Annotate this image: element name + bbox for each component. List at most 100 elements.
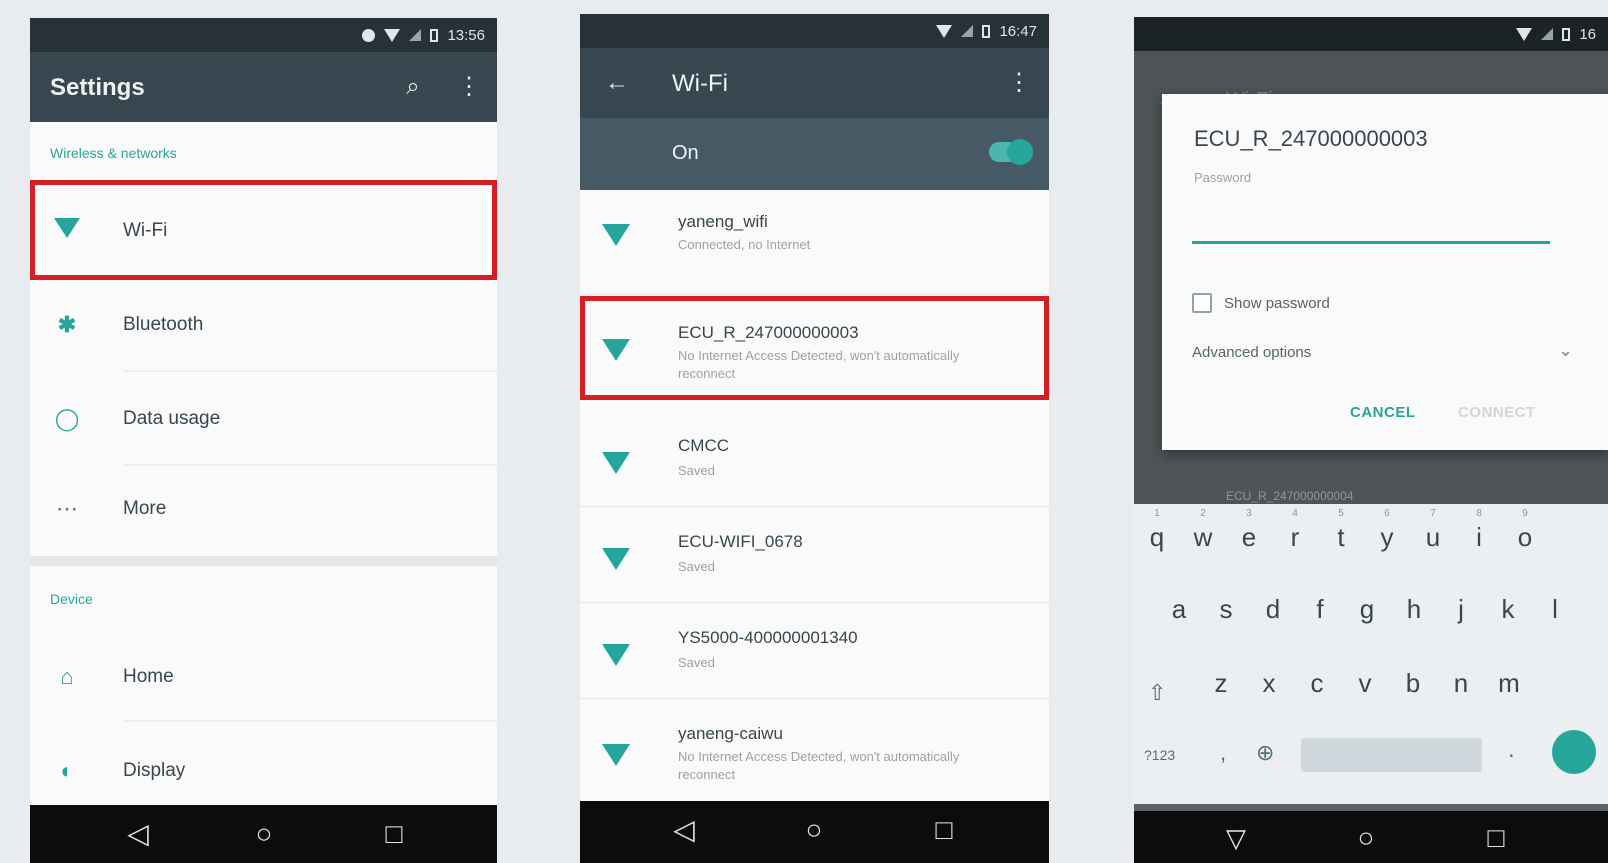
more-vert-icon[interactable]: ⋮ <box>1004 68 1034 98</box>
back-arrow-icon[interactable]: ← <box>602 68 632 98</box>
key[interactable]: u <box>1418 522 1448 553</box>
notification-icon <box>362 28 376 42</box>
shift-icon[interactable]: ⇧ <box>1148 680 1166 706</box>
key[interactable]: j <box>1446 594 1476 625</box>
settings-item-label: Home <box>123 666 174 687</box>
page-title: Wi-Fi <box>672 70 728 97</box>
network-row[interactable]: yaneng_wifi Connected, no Internet <box>580 190 1049 286</box>
key[interactable]: y <box>1372 522 1402 553</box>
status-bar: 16:47 <box>580 14 1049 48</box>
key[interactable]: h <box>1399 594 1429 625</box>
navigation-bar: ▽ ○ □ <box>1134 811 1608 863</box>
wifi-master-switch-bar[interactable]: On <box>580 118 1049 190</box>
back-icon[interactable]: ◁ <box>668 815 700 847</box>
settings-item-bluetooth[interactable]: ✱ Bluetooth <box>30 278 497 372</box>
home-nav-icon[interactable]: ○ <box>1350 823 1382 855</box>
password-input[interactable] <box>1192 209 1550 244</box>
wifi-status-icon <box>936 24 953 38</box>
section-header-device: Device <box>50 591 93 607</box>
behind-network-peek: ECU_R_247000000004 <box>1226 489 1354 503</box>
key[interactable]: i <box>1464 522 1494 553</box>
settings-item-label: Data usage <box>123 408 221 429</box>
status-time: 13:56 <box>447 26 485 44</box>
show-password-checkbox[interactable] <box>1192 293 1212 313</box>
advanced-options-label[interactable]: Advanced options <box>1192 344 1311 361</box>
network-row[interactable]: CMCC Saved <box>580 412 1049 508</box>
home-nav-icon[interactable]: ○ <box>798 815 830 847</box>
back-icon[interactable]: ◁ <box>122 819 154 851</box>
navigation-bar: ◁ ○ □ <box>30 805 497 863</box>
network-status: Saved <box>678 463 715 478</box>
signal-icon <box>1541 28 1554 40</box>
battery-icon <box>430 28 439 42</box>
key[interactable]: s <box>1211 594 1241 625</box>
settings-item-home[interactable]: ⌂ Home <box>30 630 497 722</box>
divider <box>580 294 1049 295</box>
divider <box>580 602 1049 603</box>
wifi-toggle[interactable] <box>989 139 1033 165</box>
settings-app-bar: Settings ⌕ ⋮ <box>30 52 497 122</box>
key-hint: 8 <box>1476 508 1482 519</box>
more-vert-icon[interactable]: ⋮ <box>454 72 484 102</box>
home-nav-icon[interactable]: ○ <box>248 819 280 851</box>
toggle-knob <box>1007 139 1033 165</box>
symbols-key[interactable]: ?123 <box>1144 747 1175 763</box>
recent-apps-icon[interactable]: □ <box>928 815 960 847</box>
search-icon[interactable]: ⌕ <box>398 72 428 102</box>
phone-settings-screen: 13:56 Settings ⌕ ⋮ Wireless & networks W… <box>30 18 497 863</box>
key-hint: 2 <box>1200 508 1206 519</box>
settings-item-more[interactable]: ⋯ More <box>30 466 497 556</box>
key[interactable]: n <box>1446 668 1476 699</box>
wifi-signal-icon <box>602 224 630 251</box>
key[interactable]: r <box>1280 522 1310 553</box>
connect-button[interactable]: CONNECT <box>1458 404 1536 421</box>
key[interactable]: o <box>1510 522 1540 553</box>
key-hint: 5 <box>1338 508 1344 519</box>
key[interactable]: a <box>1164 594 1194 625</box>
key[interactable]: c <box>1302 668 1332 699</box>
key[interactable]: l <box>1540 594 1570 625</box>
period-key[interactable]: . <box>1508 736 1515 764</box>
wifi-toggle-label: On <box>672 142 699 164</box>
network-name: CMCC <box>678 436 729 455</box>
cancel-button[interactable]: CANCEL <box>1350 404 1416 421</box>
key-hint: 9 <box>1522 508 1528 519</box>
dialog-title: ECU_R_247000000003 <box>1194 126 1428 151</box>
enter-key[interactable] <box>1552 730 1596 774</box>
recent-apps-icon[interactable]: □ <box>378 819 410 851</box>
key-hint: 4 <box>1292 508 1298 519</box>
key[interactable]: d <box>1258 594 1288 625</box>
key[interactable]: q <box>1142 522 1172 553</box>
network-name: yaneng_wifi <box>678 212 768 231</box>
space-bar[interactable] <box>1301 738 1482 772</box>
key[interactable]: f <box>1305 594 1335 625</box>
key[interactable]: t <box>1326 522 1356 553</box>
network-row[interactable]: ECU-WIFI_0678 Saved <box>580 508 1049 604</box>
key[interactable]: k <box>1493 594 1523 625</box>
settings-item-data-usage[interactable]: ◯ Data usage <box>30 372 497 466</box>
key[interactable]: m <box>1494 668 1524 699</box>
key[interactable]: b <box>1398 668 1428 699</box>
password-label: Password <box>1194 170 1252 185</box>
key-hint: 1 <box>1154 508 1160 519</box>
key[interactable]: v <box>1350 668 1380 699</box>
globe-icon[interactable]: ⊕ <box>1256 740 1274 766</box>
network-row[interactable]: YS5000-400000001340 Saved <box>580 604 1049 700</box>
key-hint: 7 <box>1430 508 1436 519</box>
key[interactable]: e <box>1234 522 1264 553</box>
key[interactable]: z <box>1206 668 1236 699</box>
network-status: Saved <box>678 559 715 574</box>
chevron-down-icon[interactable]: ⌄ <box>1558 340 1573 361</box>
key[interactable]: x <box>1254 668 1284 699</box>
hide-keyboard-icon[interactable]: ▽ <box>1220 823 1252 855</box>
network-row[interactable]: yaneng-caiwu No Internet Access Detected… <box>580 700 1049 796</box>
soft-keyboard: 1 q 2 w 3 e 4 r 5 t 6 y 7 u 8 i 9 o asdfghjkl zxcvbnm ⇧ ?… <box>1134 504 1608 804</box>
divider <box>580 506 1049 507</box>
comma-key[interactable]: , <box>1220 740 1226 766</box>
key[interactable]: g <box>1352 594 1382 625</box>
settings-item-label: Bluetooth <box>123 314 204 335</box>
battery-icon <box>1562 27 1571 41</box>
settings-item-display[interactable]: ◐ Display <box>30 722 497 802</box>
key[interactable]: w <box>1188 522 1218 553</box>
recent-apps-icon[interactable]: □ <box>1480 823 1512 855</box>
